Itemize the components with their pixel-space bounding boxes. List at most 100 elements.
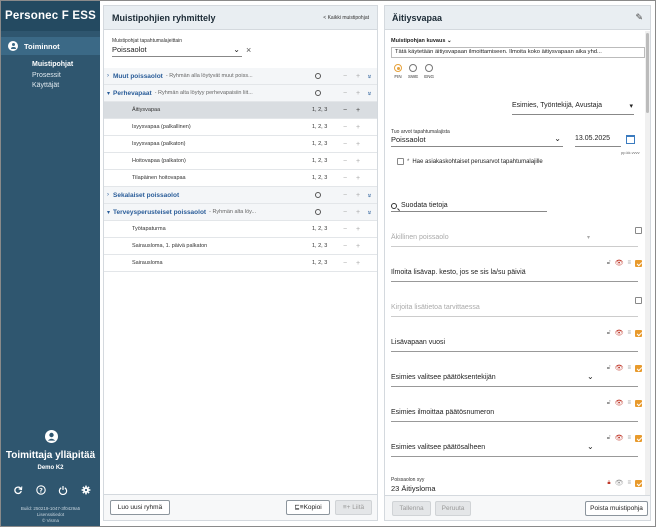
options-icon[interactable]: ≡ — [627, 480, 631, 486]
remove-icon[interactable]: − — [343, 141, 347, 148]
eye-off-icon[interactable]: 👁︎ — [615, 364, 624, 372]
remove-icon[interactable]: − — [343, 158, 347, 165]
group-row[interactable]: ▾ Perhevapaat - Ryhmän alta löytyy perheva… — [104, 85, 377, 102]
visible-checkbox[interactable] — [635, 227, 642, 234]
event-type-dropdown[interactable]: Poissaolot ⌄ — [391, 134, 563, 147]
visible-checkbox[interactable] — [635, 399, 642, 407]
power-icon[interactable] — [58, 485, 68, 495]
add-icon[interactable]: + — [356, 175, 360, 182]
fetch-defaults-checkbox[interactable] — [397, 158, 404, 165]
lock-icon[interactable]: 🔓︎ — [607, 365, 611, 372]
roles-select[interactable]: Esimies, Työntekijä, Avustaja ▾ — [512, 102, 634, 115]
visible-checkbox[interactable] — [635, 297, 642, 304]
chevron-right-icon[interactable]: › — [107, 73, 109, 79]
lock-icon[interactable]: 🔓︎ — [607, 400, 611, 407]
lang-eng-radio[interactable] — [425, 64, 434, 72]
eye-icon[interactable]: 👁︎ — [615, 479, 624, 487]
template-row[interactable]: Äitiysvapaa 1, 2, 3 − + — [104, 102, 377, 119]
visible-checkbox[interactable] — [635, 259, 642, 267]
template-row[interactable]: Hoitovapaa (palkaton) 1, 2, 3 − + — [104, 153, 377, 170]
detail-scrollbar[interactable] — [645, 31, 650, 496]
remove-icon[interactable]: − — [343, 243, 347, 250]
add-icon[interactable]: + — [356, 141, 360, 148]
cancel-button[interactable]: Peruuta — [435, 501, 471, 516]
remove-icon[interactable]: − — [343, 73, 347, 80]
sidebar-item-prosessit[interactable]: Prosessit — [32, 71, 73, 82]
visible-checkbox[interactable] — [635, 434, 642, 442]
template-row[interactable]: Isyysvapaa (palkaton) 1, 2, 3 − + — [104, 136, 377, 153]
add-icon[interactable]: + — [356, 90, 360, 97]
template-field-placeholder[interactable]: Kirjoita lisätietoa tarvittaessa — [391, 304, 638, 317]
add-icon[interactable]: + — [356, 226, 360, 233]
lang-fin-radio[interactable] — [394, 64, 402, 72]
description-input[interactable]: Tätä käytetään äitiysvapaan ilmoittamise… — [391, 47, 645, 58]
avatar-icon[interactable] — [45, 430, 58, 443]
add-icon[interactable]: + — [356, 158, 360, 165]
template-field[interactable]: Esimies ilmoittaa päätösnumeron — [391, 409, 638, 422]
template-row[interactable]: Isyysvapaa (palkallinen) 1, 2, 3 − + — [104, 119, 377, 136]
add-icon[interactable]: + — [356, 209, 360, 216]
template-row[interactable]: Työtapaturma 1, 2, 3 − + — [104, 221, 377, 238]
collapse-icon[interactable]: » — [365, 210, 372, 214]
lang-swe[interactable]: SWE — [408, 64, 418, 79]
caret-down-icon[interactable]: ▾ — [107, 90, 110, 97]
pencil-icon[interactable]: ✎ — [635, 12, 643, 23]
clock-icon[interactable] — [315, 192, 321, 198]
eye-off-icon[interactable]: 👁︎ — [615, 399, 624, 407]
add-icon[interactable]: + — [356, 260, 360, 267]
template-row[interactable]: Sairausloma, 1. päivä palkaton 1, 2, 3 − + — [104, 238, 377, 255]
add-icon[interactable]: + — [356, 192, 360, 199]
lock-icon[interactable]: 🔒︎ — [607, 480, 610, 487]
add-icon[interactable]: + — [356, 124, 360, 131]
template-field-placeholder[interactable]: Äkillinen poissaolo — [391, 234, 638, 247]
add-icon[interactable]: + — [356, 243, 360, 250]
save-button[interactable]: Tallenna — [392, 501, 431, 516]
remove-icon[interactable]: − — [343, 175, 347, 182]
lock-icon[interactable]: 🔓︎ — [607, 260, 611, 267]
group-row[interactable]: › Muut poissaolot - Ryhmän alla löytyvät m… — [104, 68, 377, 85]
lock-icon[interactable]: 🔓︎ — [607, 435, 611, 442]
add-icon[interactable]: + — [356, 107, 360, 114]
remove-icon[interactable]: − — [343, 192, 347, 199]
remove-icon[interactable]: − — [343, 260, 347, 267]
date-input[interactable]: 13.05.2025 — [575, 135, 621, 147]
chevron-right-icon[interactable]: › — [107, 192, 109, 198]
add-icon[interactable]: + — [356, 73, 360, 80]
delete-template-button[interactable]: Poista muistipohja — [585, 501, 648, 516]
gear-icon[interactable] — [81, 485, 91, 495]
template-field[interactable]: Ilmoita lisävap. kesto, jos se sis la/su… — [391, 269, 638, 282]
copy-button[interactable]: ⊑≡Kopioi — [286, 500, 330, 515]
eye-off-icon[interactable]: 👁︎ — [615, 259, 624, 267]
visible-checkbox[interactable] — [635, 329, 642, 337]
lang-swe-radio[interactable] — [409, 64, 418, 72]
filter-fields-input[interactable]: Suodata tietoja — [391, 200, 547, 212]
refresh-icon[interactable] — [13, 485, 23, 495]
eye-off-icon[interactable]: 👁︎ — [615, 329, 624, 337]
all-templates-link[interactable]: < Kaikki muistipohjat — [323, 15, 369, 21]
visible-checkbox[interactable] — [635, 479, 642, 487]
paste-button[interactable]: ≡+ Liitä — [335, 500, 372, 515]
group-row[interactable]: › Sekalaiset poissaolot » − + — [104, 187, 377, 204]
group-row[interactable]: ▾ Terveysperusteiset poissaolot - Ryhmän a… — [104, 204, 377, 221]
sidebar-item-kayttajat[interactable]: Käyttäjät — [32, 81, 73, 92]
clear-icon[interactable]: × — [246, 46, 251, 55]
event-type-select[interactable]: Poissaolot ⌄ — [112, 44, 242, 57]
help-icon[interactable]: ? — [35, 485, 46, 495]
caret-down-icon[interactable]: ▾ — [107, 209, 110, 216]
sidebar-section-toiminnot[interactable]: Toiminnot — [1, 37, 100, 55]
eye-off-icon[interactable]: 👁︎ — [615, 434, 624, 442]
sidebar-item-muistipohjat[interactable]: Muistipohjat — [32, 60, 73, 71]
template-field[interactable]: Esimies valitsee päätöksentekijän — [391, 374, 638, 387]
clock-icon[interactable] — [315, 209, 321, 215]
visible-checkbox[interactable] — [635, 364, 642, 372]
remove-icon[interactable]: − — [343, 209, 347, 216]
expand-icon[interactable]: » — [365, 193, 372, 197]
calendar-icon[interactable] — [626, 135, 635, 144]
clock-icon[interactable] — [315, 90, 321, 96]
remove-icon[interactable]: − — [343, 90, 347, 97]
remove-icon[interactable]: − — [343, 124, 347, 131]
lang-fin[interactable]: FIN — [394, 64, 402, 79]
lock-icon[interactable]: 🔓︎ — [607, 330, 611, 337]
clock-icon[interactable] — [315, 73, 321, 79]
template-field[interactable]: Lisävapaan vuosi — [391, 339, 638, 352]
